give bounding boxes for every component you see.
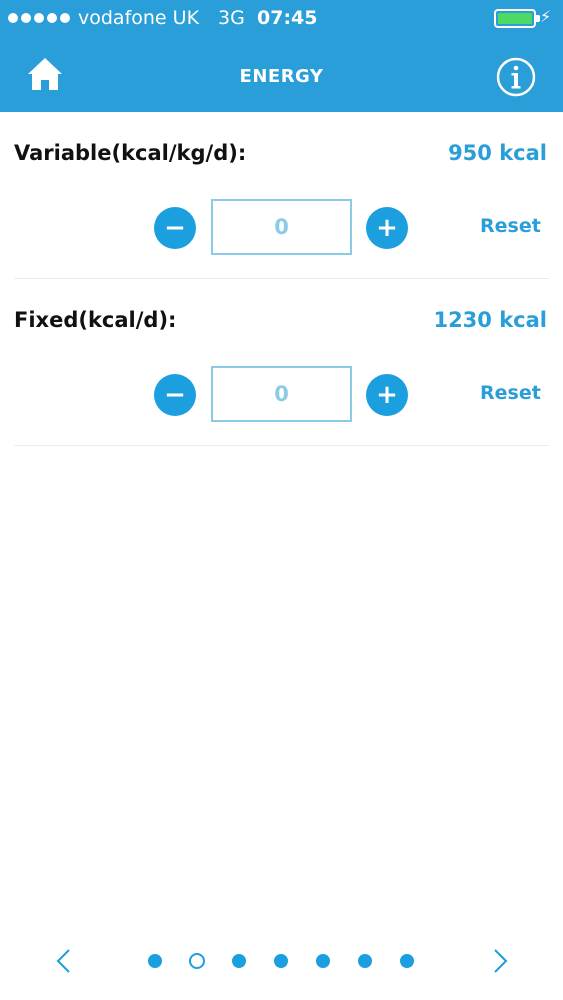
- header: vodafone UK 3G 07:45 ⚡ ENERGY: [0, 0, 563, 112]
- info-button[interactable]: [496, 57, 536, 97]
- fixed-value: 1230 kcal: [433, 308, 547, 332]
- page-dot[interactable]: [274, 954, 288, 968]
- carrier-name: vodafone UK: [78, 7, 200, 29]
- variable-input[interactable]: [211, 199, 352, 255]
- chevron-left-icon: [56, 949, 70, 973]
- fixed-label: Fixed(kcal/d):: [14, 308, 177, 332]
- fixed-increment-button[interactable]: +: [366, 374, 408, 416]
- fixed-reset-button[interactable]: Reset: [480, 382, 541, 404]
- status-bar: vodafone UK 3G 07:45 ⚡: [0, 0, 563, 38]
- page-dot-current[interactable]: [189, 953, 205, 969]
- page-dot[interactable]: [148, 954, 162, 968]
- status-time: 07:45: [257, 7, 318, 29]
- fixed-input[interactable]: [211, 366, 352, 422]
- variable-value: 950 kcal: [448, 141, 547, 165]
- chevron-right-icon: [494, 949, 508, 973]
- info-icon: [496, 57, 536, 97]
- variable-decrement-button[interactable]: −: [154, 207, 196, 249]
- previous-page-button[interactable]: [54, 948, 74, 974]
- page-indicator: [0, 940, 563, 984]
- next-page-button[interactable]: [490, 948, 510, 974]
- battery-icon: [494, 9, 540, 28]
- fixed-decrement-button[interactable]: −: [154, 374, 196, 416]
- page-dot[interactable]: [358, 954, 372, 968]
- app-screen: vodafone UK 3G 07:45 ⚡ ENERGY Variable(k…: [0, 0, 563, 1000]
- page-title: ENERGY: [239, 66, 324, 87]
- signal-strength-icon: [8, 13, 70, 23]
- variable-label: Variable(kcal/kg/d):: [14, 141, 247, 165]
- charging-icon: ⚡: [540, 7, 552, 26]
- page-dot[interactable]: [400, 954, 414, 968]
- variable-increment-button[interactable]: +: [366, 207, 408, 249]
- variable-energy-section: Variable(kcal/kg/d): 950 kcal − + Reset: [14, 113, 549, 279]
- page-dot[interactable]: [316, 954, 330, 968]
- page-dot[interactable]: [232, 954, 246, 968]
- network-type: 3G: [218, 7, 245, 29]
- variable-reset-button[interactable]: Reset: [480, 215, 541, 237]
- fixed-energy-section: Fixed(kcal/d): 1230 kcal − + Reset: [14, 280, 549, 446]
- nav-bar: ENERGY: [0, 38, 563, 112]
